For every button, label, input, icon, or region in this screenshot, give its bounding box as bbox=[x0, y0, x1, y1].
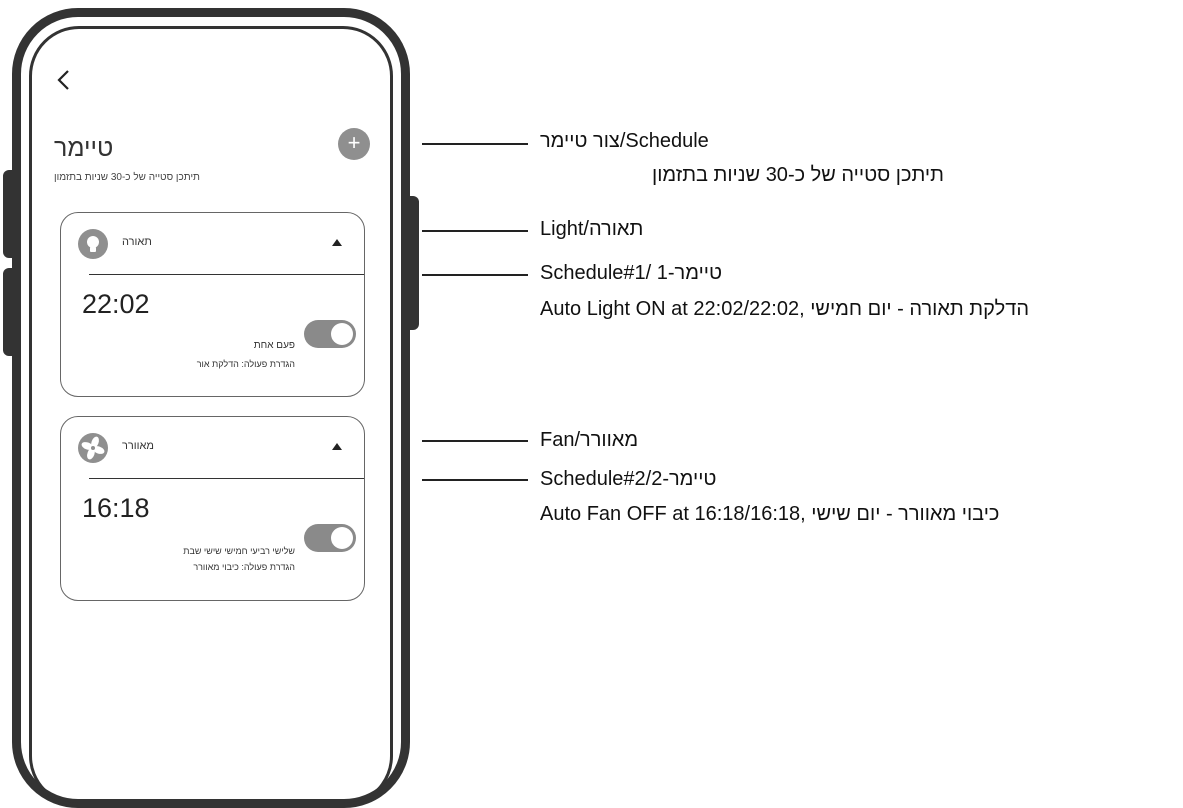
callout-schedule1: Schedule#1/ 1-טיימר bbox=[540, 262, 723, 284]
leader-line-schedule1 bbox=[422, 274, 528, 276]
leader-line-fan bbox=[422, 440, 528, 442]
fan-icon bbox=[78, 433, 108, 463]
leader-line-light bbox=[422, 230, 528, 232]
schedule-toggle[interactable] bbox=[304, 524, 356, 552]
phone-side-button-left-lower bbox=[3, 268, 15, 356]
page-subtitle: תיתכן סטייה של כ-30 שניות בתזמון bbox=[54, 172, 200, 183]
add-schedule-button[interactable]: + bbox=[338, 128, 370, 160]
callout-schedule2: Schedule#2/2-טיימר bbox=[540, 468, 717, 490]
card-divider bbox=[89, 274, 364, 275]
phone-side-button-right bbox=[407, 196, 419, 330]
repeat-days: שלישי רביעי חמישי שישי שבת bbox=[183, 546, 295, 556]
toggle-knob bbox=[331, 527, 353, 549]
action-label: הגדרת פעולה: הדלקת אור bbox=[196, 359, 295, 369]
schedule-time: 22:02 bbox=[82, 289, 150, 319]
toggle-knob bbox=[331, 323, 353, 345]
schedule-card-fan[interactable]: מאוורר 16:18 שלישי רביעי חמישי שישי שבת … bbox=[60, 416, 365, 601]
device-name: מאוורר bbox=[122, 440, 154, 452]
repeat-days: פעם אחת bbox=[253, 340, 295, 351]
device-name: תאורה bbox=[122, 236, 152, 248]
leader-line-schedule2 bbox=[422, 479, 528, 481]
callout-fan: Fan/מאוורר bbox=[540, 429, 639, 451]
collapse-caret-icon[interactable] bbox=[332, 443, 342, 450]
card-divider bbox=[89, 478, 364, 479]
callout-drift-note: תיתכן סטייה של כ-30 שניות בתזמון bbox=[652, 164, 944, 186]
schedule-time: 16:18 bbox=[82, 493, 150, 523]
chevron-left-icon[interactable] bbox=[54, 68, 72, 92]
callout-schedule1-desc: Auto Light ON at 22:02/22:02, הדלקת תאור… bbox=[540, 298, 1030, 320]
page-title: טיימר bbox=[54, 134, 114, 162]
leader-line-schedule bbox=[422, 143, 528, 145]
schedule-card-light[interactable]: תאורה 22:02 פעם אחת הגדרת פעולה: הדלקת א… bbox=[60, 212, 365, 397]
collapse-caret-icon[interactable] bbox=[332, 239, 342, 246]
callout-schedule2-desc: Auto Fan OFF at 16:18/16:18, כיבוי מאוור… bbox=[540, 503, 1000, 525]
schedule-toggle[interactable] bbox=[304, 320, 356, 348]
phone-side-button-left-upper bbox=[3, 170, 15, 258]
lightbulb-icon bbox=[78, 229, 108, 259]
callout-light: Light/תאורה bbox=[540, 218, 644, 240]
callout-schedule: צור טיימר/Schedule bbox=[540, 130, 709, 152]
action-label: הגדרת פעולה: כיבוי מאוורר bbox=[193, 562, 295, 572]
